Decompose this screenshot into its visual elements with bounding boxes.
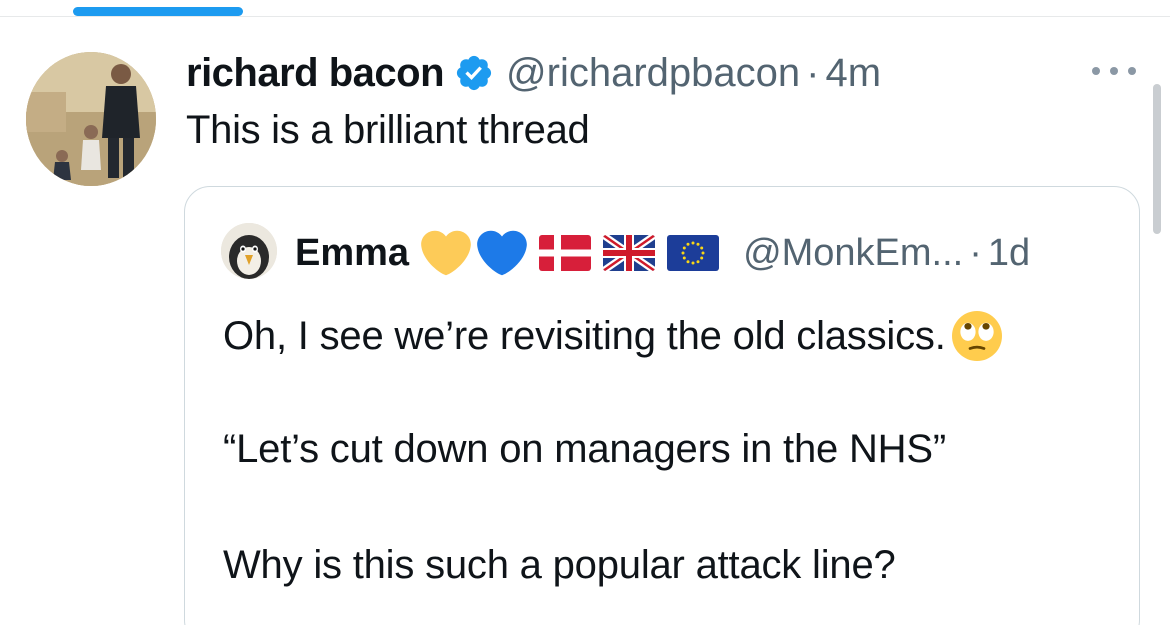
quoted-text-line-1: Oh, I see we’re revisiting the old class…: [223, 313, 946, 358]
blue-heart-icon: [477, 228, 527, 278]
author-display-name[interactable]: richard bacon: [186, 51, 445, 96]
avatar-photo-icon: [26, 52, 156, 186]
quoted-tweet-timestamp[interactable]: 1d: [988, 232, 1030, 275]
tweet-header: richard bacon @richardpbacon · 4m: [186, 50, 881, 96]
penguin-avatar-icon: [221, 223, 277, 279]
tweet-timestamp[interactable]: 4m: [825, 51, 881, 96]
header-separator: ·: [806, 50, 820, 95]
tweet-text: This is a brilliant thread: [186, 108, 590, 152]
quoted-text-line-2: “Let’s cut down on managers in the NHS”: [223, 427, 946, 471]
more-options-icon[interactable]: [1092, 58, 1136, 84]
scrollbar[interactable]: [1153, 84, 1161, 234]
uk-flag-icon: [603, 235, 656, 271]
tweet-detail-view: richard bacon @richardpbacon · 4m This i…: [0, 0, 1170, 625]
yellow-heart-icon: [421, 228, 471, 278]
quoted-author-avatar[interactable]: [221, 223, 277, 279]
author-avatar[interactable]: [26, 52, 156, 186]
quoted-tweet-card[interactable]: Emma @MonkEm... · 1d Oh, I see we’re rev…: [184, 186, 1140, 625]
quoted-tweet-header: Emma @MonkEm... · 1d: [295, 227, 1030, 279]
author-handle[interactable]: @richardpbacon: [506, 51, 800, 96]
quoted-author-handle[interactable]: @MonkEm...: [743, 232, 963, 275]
denmark-flag-icon: [539, 235, 592, 271]
top-divider: [0, 16, 1170, 17]
quoted-author-display-name[interactable]: Emma: [295, 232, 409, 275]
quoted-header-separator: ·: [969, 231, 982, 274]
verified-badge-icon: [454, 53, 494, 93]
eye-roll-emoji-icon: [951, 311, 1002, 361]
quoted-text-line-3: Why is this such a popular attack line?: [223, 543, 896, 587]
quoted-tweet-line-1: Oh, I see we’re revisiting the old class…: [223, 311, 1002, 361]
eu-flag-icon: [667, 235, 720, 271]
active-tab-indicator: [73, 7, 243, 16]
